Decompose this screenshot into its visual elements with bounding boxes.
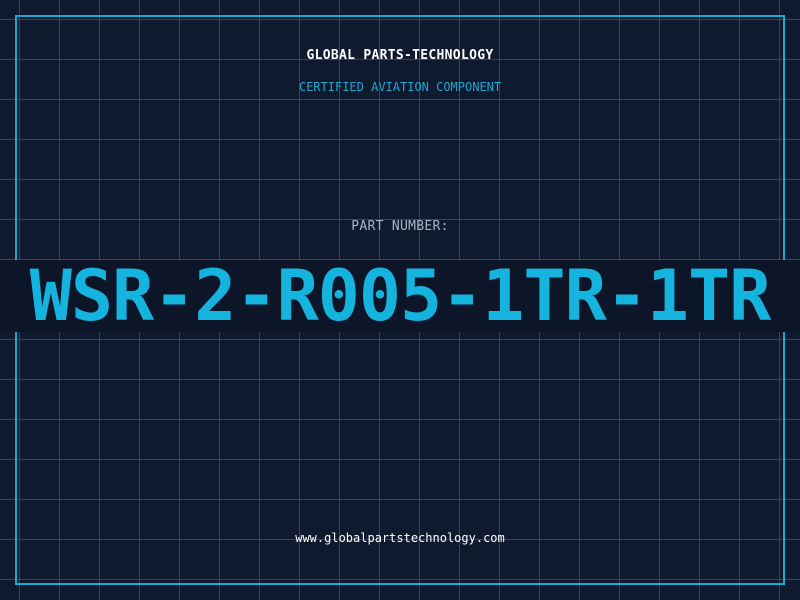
certification-subtitle: CERTIFIED AVIATION COMPONENT [298,80,502,94]
part-number-value: WSR-2-R005-1TR-1TR [29,260,772,332]
part-number-band: WSR-2-R005-1TR-1TR [0,260,800,332]
part-number-label: PART NUMBER: [351,219,449,234]
website-url: www.globalpartstechnology.com [295,531,505,545]
certificate-card: GLOBAL PARTS-TECHNOLOGY CERTIFIED AVIATI… [0,0,800,600]
company-name: GLOBAL PARTS-TECHNOLOGY [306,48,494,63]
